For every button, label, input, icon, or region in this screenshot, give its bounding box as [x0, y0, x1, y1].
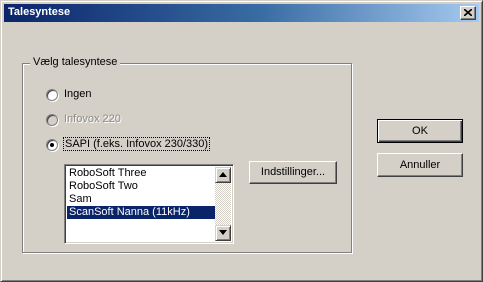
close-icon [464, 9, 472, 16]
list-item-selected[interactable]: ScanSoft Nanna (11kHz) [67, 206, 217, 219]
list-item[interactable]: RoboSoft Three [67, 167, 217, 180]
list-item[interactable]: Sam [67, 193, 217, 206]
voice-listbox[interactable]: RoboSoft Three RoboSoft Two Sam ScanSoft… [64, 164, 234, 244]
dialog-window: Talesyntese Vælg talesyntese Ingen Infov… [0, 0, 483, 282]
scroll-down-button[interactable] [215, 225, 231, 241]
title-bar[interactable]: Talesyntese [4, 4, 479, 22]
radio-label: SAPI (f.eks. Infovox 230/330) [62, 137, 211, 151]
radio-circle [46, 139, 58, 151]
settings-button[interactable]: Indstillinger... [249, 161, 337, 184]
close-button[interactable] [460, 6, 476, 20]
radio-label: Ingen [64, 88, 92, 100]
arrow-down-icon [219, 230, 227, 235]
radio-circle [46, 114, 58, 126]
scroll-up-button[interactable] [215, 167, 231, 183]
cancel-button[interactable]: Annuller [377, 153, 463, 177]
radio-circle [46, 89, 58, 101]
list-item[interactable]: RoboSoft Two [67, 180, 217, 193]
group-legend: Vælg talesyntese [30, 56, 121, 68]
listbox-scrollbar[interactable] [215, 167, 231, 241]
radio-label: Infovox 220 [64, 113, 121, 125]
arrow-up-icon [219, 172, 227, 177]
window-title: Talesyntese [8, 6, 71, 18]
ok-button[interactable]: OK [377, 119, 463, 143]
radio-dot [50, 143, 54, 147]
